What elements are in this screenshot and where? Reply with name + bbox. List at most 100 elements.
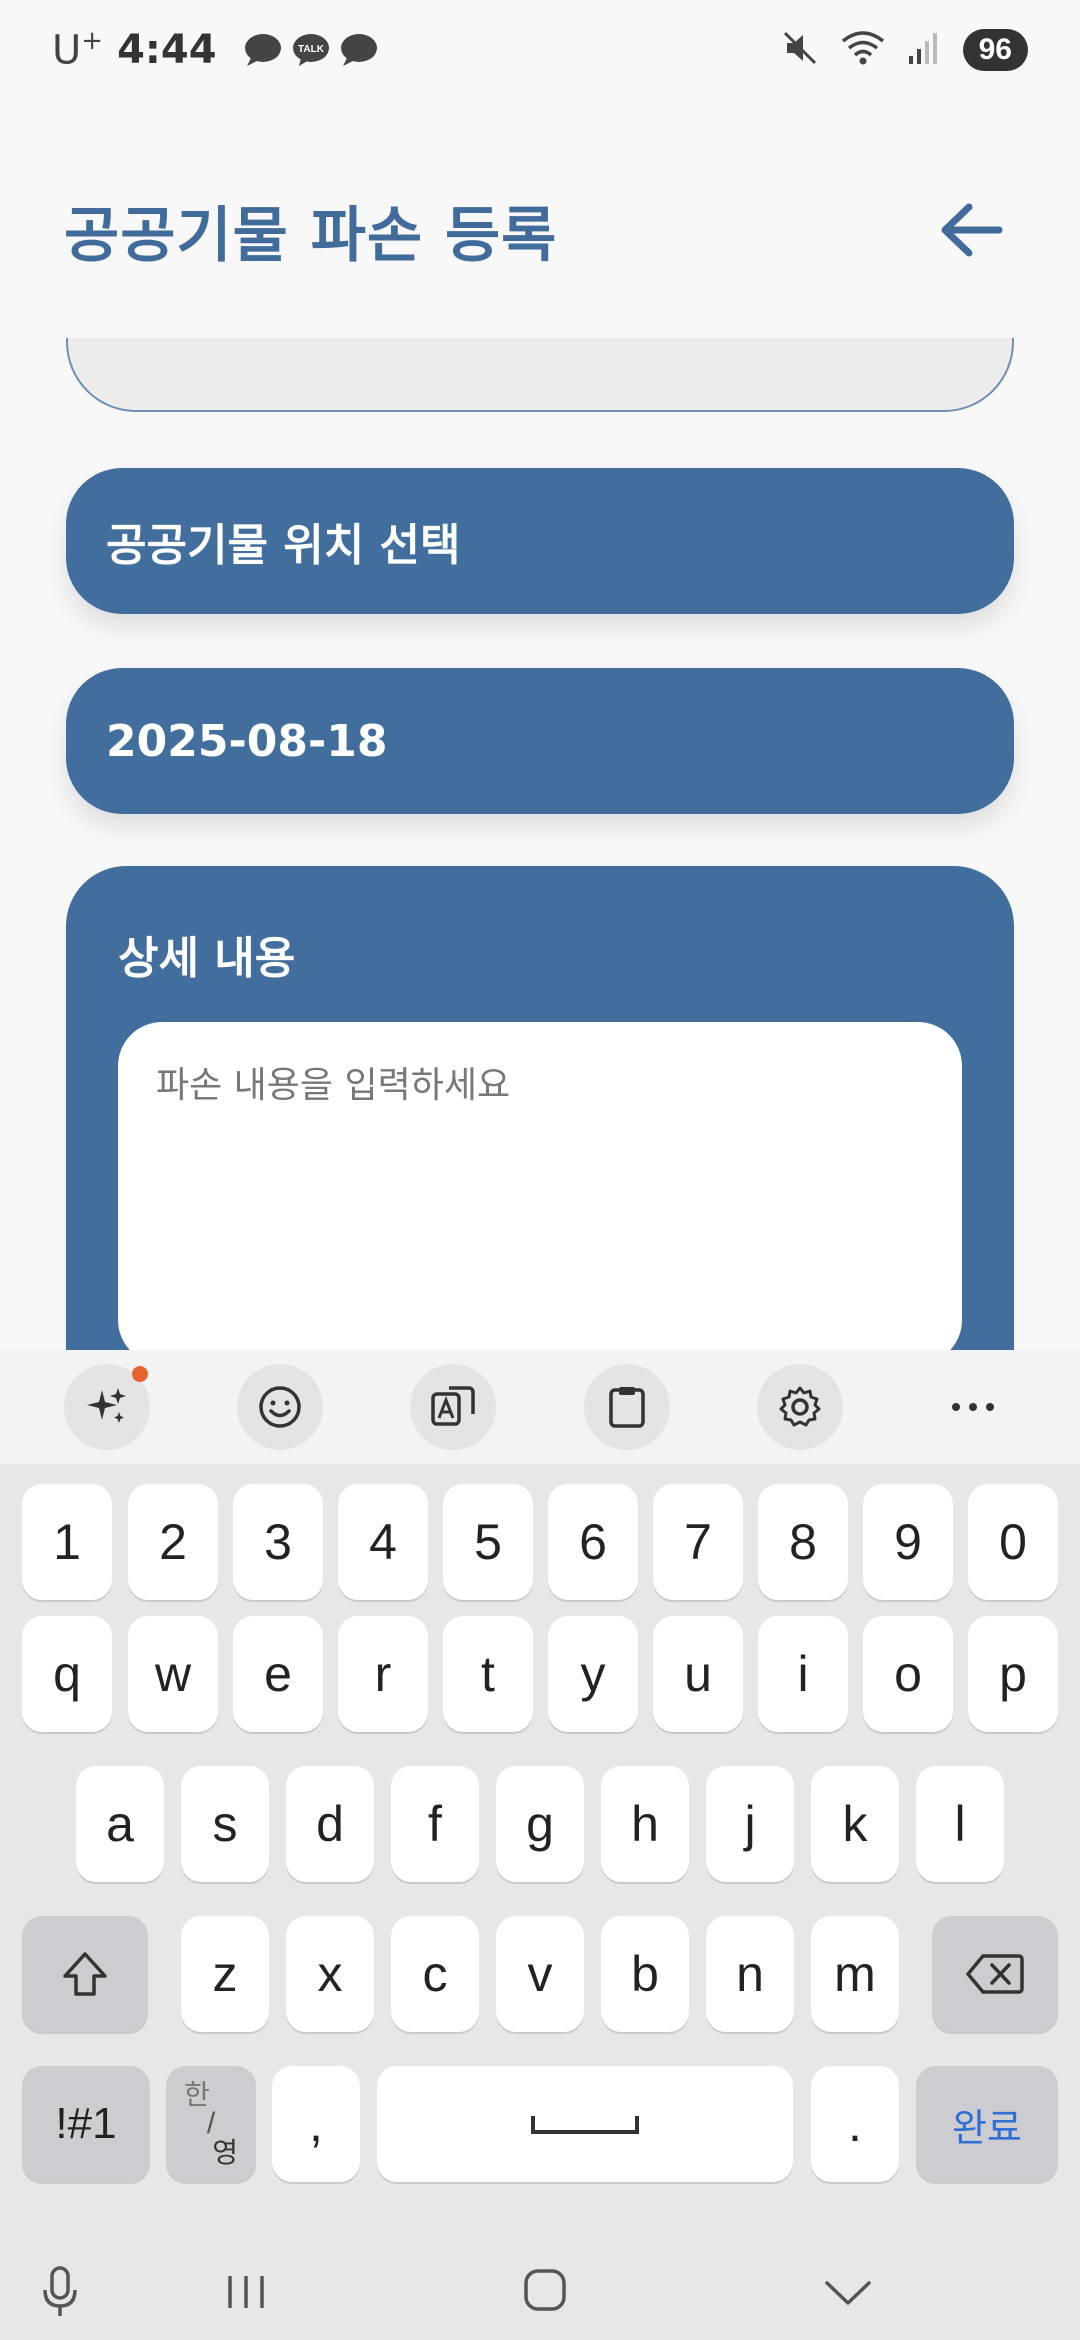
english-label: 영 xyxy=(212,2137,238,2168)
key[interactable]: t xyxy=(443,1616,533,1732)
keyboard-row-3: z x c v b n m xyxy=(0,1916,1080,2036)
select-location-button[interactable]: 공공기물 위치 선택 xyxy=(66,468,1014,614)
space-key[interactable] xyxy=(377,2066,793,2182)
status-bar: U+ 4:44 TALK 96 xyxy=(0,0,1080,100)
shift-icon xyxy=(63,1952,107,1996)
notification-icons: TALK xyxy=(243,32,379,68)
keyboard-row-2: a s d f g h j k l xyxy=(0,1766,1080,1886)
more-button[interactable] xyxy=(930,1364,1016,1450)
keyboard-number-row: 1 2 3 4 5 6 7 8 9 0 xyxy=(0,1484,1080,1604)
detail-title: 상세 내용 xyxy=(118,933,296,984)
signal-icon xyxy=(907,30,941,70)
key[interactable]: k xyxy=(811,1766,899,1882)
voice-input-button[interactable] xyxy=(20,2262,100,2322)
wifi-icon xyxy=(841,29,885,71)
carrier-label: U+ xyxy=(52,26,104,74)
svg-text:TALK: TALK xyxy=(298,44,325,55)
key[interactable]: j xyxy=(706,1766,794,1882)
photo-upload-card[interactable] xyxy=(66,338,1014,412)
page-title: 공공기물 파손 등록 xyxy=(64,200,558,271)
recent-apps-button[interactable] xyxy=(206,2262,286,2322)
ai-sparkle-button[interactable] xyxy=(63,1364,150,1450)
chat-bubble-icon xyxy=(243,32,283,68)
keyboard-toolbar xyxy=(0,1350,1080,1464)
key[interactable]: e xyxy=(233,1616,323,1732)
key[interactable]: a xyxy=(76,1766,164,1882)
date-value: 2025-08-18 xyxy=(106,715,388,767)
key[interactable]: n xyxy=(706,1916,794,2032)
keyboard-row-4: !#1 한 / 영 , . 완료 xyxy=(0,2066,1080,2186)
symbols-key[interactable]: !#1 xyxy=(22,2066,150,2182)
key[interactable]: b xyxy=(601,1916,689,2032)
key[interactable]: d xyxy=(286,1766,374,1882)
key[interactable]: p xyxy=(968,1616,1058,1732)
key[interactable]: 6 xyxy=(548,1484,638,1600)
key[interactable]: g xyxy=(496,1766,584,1882)
key[interactable]: 0 xyxy=(968,1484,1058,1600)
done-key[interactable]: 완료 xyxy=(916,2066,1058,2182)
key[interactable]: s xyxy=(181,1766,269,1882)
key[interactable]: w xyxy=(128,1616,218,1732)
app-header: 공공기물 파손 등록 xyxy=(0,160,1080,300)
key[interactable]: l xyxy=(916,1766,1004,1882)
key[interactable]: c xyxy=(391,1916,479,2032)
battery-indicator: 96 xyxy=(962,29,1028,71)
key[interactable]: f xyxy=(391,1766,479,1882)
keyboard-settings-button[interactable] xyxy=(756,1364,843,1450)
notification-dot xyxy=(131,1366,148,1382)
shift-key[interactable] xyxy=(22,1916,148,2032)
translate-button[interactable] xyxy=(410,1364,497,1450)
mute-icon xyxy=(781,29,819,71)
key[interactable]: 1 xyxy=(22,1484,112,1600)
key[interactable]: u xyxy=(653,1616,743,1732)
key[interactable]: o xyxy=(863,1616,953,1732)
language-switch-key[interactable]: 한 / 영 xyxy=(166,2066,256,2182)
backspace-icon xyxy=(966,1954,1024,1994)
key[interactable]: m xyxy=(811,1916,899,2032)
key[interactable]: y xyxy=(548,1616,638,1732)
kakaotalk-icon: TALK xyxy=(291,32,331,68)
hide-keyboard-button[interactable] xyxy=(808,2262,888,2322)
emoji-icon xyxy=(259,1386,301,1428)
settings-icon xyxy=(779,1386,821,1427)
comma-key[interactable]: , xyxy=(272,2066,360,2182)
home-button[interactable] xyxy=(505,2258,585,2322)
clipboard-button[interactable] xyxy=(583,1364,670,1450)
microphone-icon xyxy=(43,2266,77,2316)
chat-bubble-icon xyxy=(339,32,379,68)
arrow-left-icon xyxy=(941,203,1003,257)
status-time: 4:44 xyxy=(117,27,217,73)
home-icon xyxy=(524,2269,566,2311)
hangul-label: 한 xyxy=(184,2079,210,2110)
key[interactable]: h xyxy=(601,1766,689,1882)
more-icon xyxy=(952,1403,995,1411)
period-key[interactable]: . xyxy=(811,2066,899,2182)
emoji-button[interactable] xyxy=(236,1364,323,1450)
status-right: 96 xyxy=(781,29,1028,71)
detail-section: 상세 내용 xyxy=(66,866,1014,1350)
recent-apps-icon xyxy=(228,2276,264,2308)
keyboard: 1 2 3 4 5 6 7 8 9 0 q w e r t y u i o p … xyxy=(0,1350,1080,2244)
key[interactable]: x xyxy=(286,1916,374,2032)
key[interactable]: 8 xyxy=(758,1484,848,1600)
date-picker-button[interactable]: 2025-08-18 xyxy=(66,668,1014,814)
key[interactable]: 7 xyxy=(653,1484,743,1600)
key[interactable]: z xyxy=(181,1916,269,2032)
key[interactable]: r xyxy=(338,1616,428,1732)
key[interactable]: i xyxy=(758,1616,848,1732)
backspace-key[interactable] xyxy=(932,1916,1058,2032)
key[interactable]: q xyxy=(22,1616,112,1732)
key[interactable]: 4 xyxy=(338,1484,428,1600)
key[interactable]: 5 xyxy=(443,1484,533,1600)
back-button[interactable] xyxy=(926,185,1016,275)
key[interactable]: 3 xyxy=(233,1484,323,1600)
form-scroll-area[interactable]: 공공기물 위치 선택 2025-08-18 상세 내용 xyxy=(0,338,1080,1350)
key[interactable]: 2 xyxy=(128,1484,218,1600)
slash-divider: / xyxy=(206,2107,216,2140)
clipboard-icon xyxy=(608,1387,645,1428)
key[interactable]: 9 xyxy=(863,1484,953,1600)
space-icon xyxy=(531,2116,639,2134)
key[interactable]: v xyxy=(496,1916,584,2032)
ai-sparkle-icon xyxy=(86,1388,126,1423)
detail-input[interactable] xyxy=(118,1022,962,1350)
